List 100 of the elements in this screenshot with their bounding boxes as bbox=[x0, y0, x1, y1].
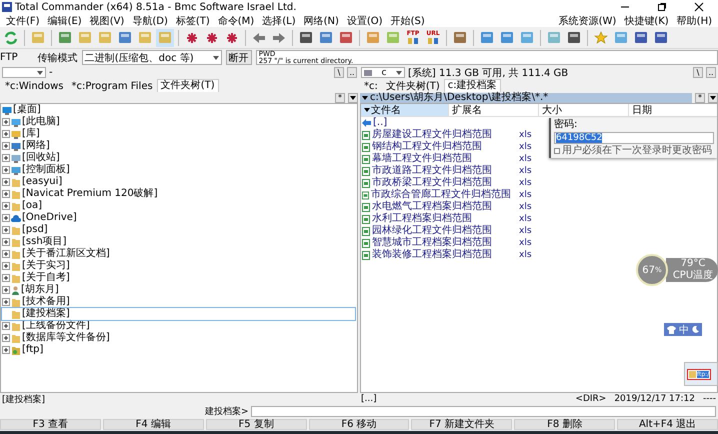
function-key-button[interactable]: F4 编辑 bbox=[102, 419, 204, 430]
file-name[interactable]: 幕墙工程文件归档范围 bbox=[372, 153, 472, 165]
expand-icon[interactable] bbox=[2, 202, 10, 210]
root-button[interactable]: .. bbox=[347, 67, 357, 78]
expand-icon[interactable] bbox=[2, 178, 10, 186]
file-name[interactable]: 钢结构工程文件归档范围 bbox=[372, 141, 482, 153]
file-name[interactable]: 水利工程档案归档范围 bbox=[372, 213, 472, 225]
column-header[interactable]: 扩展名 bbox=[449, 104, 539, 116]
file-name[interactable]: 市政桥梁工程文件归档范围 bbox=[372, 177, 492, 189]
expand-icon[interactable] bbox=[2, 166, 10, 174]
tree-item[interactable]: [ssh项目] bbox=[22, 236, 67, 248]
star-icon[interactable] bbox=[594, 30, 608, 44]
expand-icon[interactable] bbox=[2, 298, 10, 306]
expand-icon[interactable] bbox=[2, 274, 10, 282]
file-name[interactable]: 水电燃气工程档案归档范围 bbox=[372, 201, 492, 213]
expand-icon[interactable] bbox=[2, 286, 10, 294]
folder-tab[interactable]: 文件夹树(T) bbox=[156, 79, 219, 92]
function-key-button[interactable]: F5 复制 bbox=[206, 419, 307, 430]
dropdown-button[interactable] bbox=[708, 92, 718, 102]
tree-item[interactable]: [关于自考] bbox=[22, 272, 70, 284]
tree-item[interactable]: [网络] bbox=[22, 140, 50, 152]
file-name[interactable]: 市政综合管廊工程文件归档范围 bbox=[371, 189, 511, 201]
moon-icon[interactable] bbox=[692, 326, 699, 333]
tree-item[interactable]: [控制面板] bbox=[22, 164, 70, 176]
menu-item[interactable]: 开始(S) bbox=[386, 14, 429, 28]
function-key-button[interactable]: Alt+F4 退出 bbox=[617, 419, 718, 430]
asterisk-plus-icon[interactable] bbox=[186, 32, 198, 44]
root-button[interactable]: .. bbox=[706, 67, 716, 78]
history-button[interactable]: * bbox=[695, 92, 705, 102]
tree-item[interactable]: [库] bbox=[22, 128, 40, 140]
back-arrow-icon[interactable] bbox=[252, 32, 266, 44]
forward-arrow-icon[interactable] bbox=[272, 32, 286, 44]
tree-item[interactable]: [关于番江新区文档] bbox=[22, 248, 110, 260]
expand-icon[interactable] bbox=[2, 322, 10, 330]
function-key-button[interactable]: F7 新建文件夹 bbox=[411, 419, 512, 430]
expand-icon[interactable] bbox=[2, 238, 10, 246]
tree-item[interactable]: [数据库等文件备份] bbox=[22, 332, 110, 344]
history-button[interactable]: * bbox=[335, 92, 345, 102]
transfer-mode-select[interactable]: 二进制(压缩包、doc 等) bbox=[82, 50, 222, 65]
function-key-button[interactable]: F3 查看 bbox=[0, 419, 101, 430]
tree-item[interactable]: [ftp] bbox=[22, 344, 44, 356]
menu-item[interactable]: 文件(F) bbox=[2, 14, 44, 28]
command-input[interactable] bbox=[250, 406, 716, 417]
file-name[interactable]: 市政道路工程文件归档范围 bbox=[372, 165, 492, 177]
tree-item[interactable]: [oa] bbox=[22, 200, 42, 212]
file-name[interactable]: 智慧城市工程档案归档范围 bbox=[372, 237, 492, 249]
menu-item[interactable]: 快捷键(K) bbox=[620, 14, 673, 28]
menu-item[interactable]: 视图(V) bbox=[86, 14, 128, 28]
tree-item[interactable]: [easyui] bbox=[22, 176, 62, 188]
tree-item[interactable]: [此电脑] bbox=[22, 116, 60, 128]
expand-icon[interactable] bbox=[2, 250, 10, 258]
file-name[interactable]: [..] bbox=[373, 117, 388, 129]
drive-select[interactable]: c bbox=[361, 67, 405, 78]
drive-select[interactable] bbox=[2, 67, 46, 78]
tree-item[interactable]: [回收站] bbox=[22, 152, 60, 164]
file-name[interactable]: 园林绿化工程文件归档范围 bbox=[372, 225, 492, 237]
menu-item[interactable]: 导航(D) bbox=[128, 14, 172, 28]
folder-tab[interactable]: c:建投档案 bbox=[444, 79, 501, 92]
asterisk-icon[interactable] bbox=[226, 32, 238, 44]
menu-item[interactable]: 编辑(E) bbox=[44, 14, 86, 28]
expand-icon[interactable] bbox=[2, 130, 10, 138]
tree-item[interactable]: [建投档案] bbox=[22, 308, 70, 320]
column-header[interactable]: 文件名 bbox=[361, 104, 449, 116]
function-key-button[interactable]: F6 移动 bbox=[308, 419, 410, 430]
tree-item[interactable]: [关于实习] bbox=[22, 260, 70, 272]
ime-mode[interactable]: 中 bbox=[679, 322, 689, 336]
maximize-icon[interactable] bbox=[657, 2, 667, 12]
tree-item[interactable]: [胡东月] bbox=[21, 284, 59, 296]
menu-item[interactable]: 系统资源(W) bbox=[554, 14, 620, 28]
asterisk-minus-icon[interactable] bbox=[206, 32, 218, 44]
expand-icon[interactable] bbox=[2, 226, 10, 234]
function-key-button[interactable]: F8 删除 bbox=[514, 419, 616, 430]
checkbox[interactable] bbox=[554, 148, 560, 154]
tree-item[interactable]: [psd] bbox=[22, 224, 48, 236]
refresh-icon[interactable] bbox=[4, 30, 18, 44]
menu-item[interactable]: 命令(M) bbox=[214, 14, 258, 28]
expand-icon[interactable] bbox=[2, 262, 10, 270]
expand-icon[interactable] bbox=[2, 346, 10, 354]
tree-item[interactable]: [OneDrive] bbox=[22, 212, 77, 224]
expand-icon[interactable] bbox=[2, 190, 10, 198]
menu-item[interactable]: 选择(L) bbox=[258, 14, 300, 28]
menu-item[interactable]: 标签(T) bbox=[172, 14, 214, 28]
column-header[interactable]: 大小 bbox=[539, 104, 629, 116]
menu-item[interactable]: 帮助(H) bbox=[672, 14, 716, 28]
expand-icon[interactable] bbox=[2, 118, 10, 126]
expand-icon[interactable] bbox=[2, 142, 10, 150]
expand-icon[interactable] bbox=[2, 214, 10, 222]
root-button[interactable]: \ bbox=[334, 67, 344, 78]
shirt-icon[interactable] bbox=[667, 326, 676, 334]
expand-icon[interactable] bbox=[2, 334, 10, 342]
menu-item[interactable]: 设置(O) bbox=[342, 14, 387, 28]
expand-icon[interactable] bbox=[2, 154, 10, 162]
tree-item[interactable]: [桌面] bbox=[13, 104, 41, 116]
tree-item[interactable]: [Navicat Premium 120破解] bbox=[22, 188, 158, 200]
file-name[interactable]: 房屋建设工程文件归档范围 bbox=[372, 129, 492, 141]
tree-item[interactable]: [技术备用] bbox=[22, 296, 70, 308]
file-name[interactable]: 装饰装修工程档案归档范围 bbox=[372, 249, 492, 261]
password-field[interactable]: 64198C52 bbox=[554, 132, 714, 144]
disconnect-button[interactable]: 断开 bbox=[226, 50, 252, 65]
dropdown-button[interactable] bbox=[348, 92, 358, 102]
